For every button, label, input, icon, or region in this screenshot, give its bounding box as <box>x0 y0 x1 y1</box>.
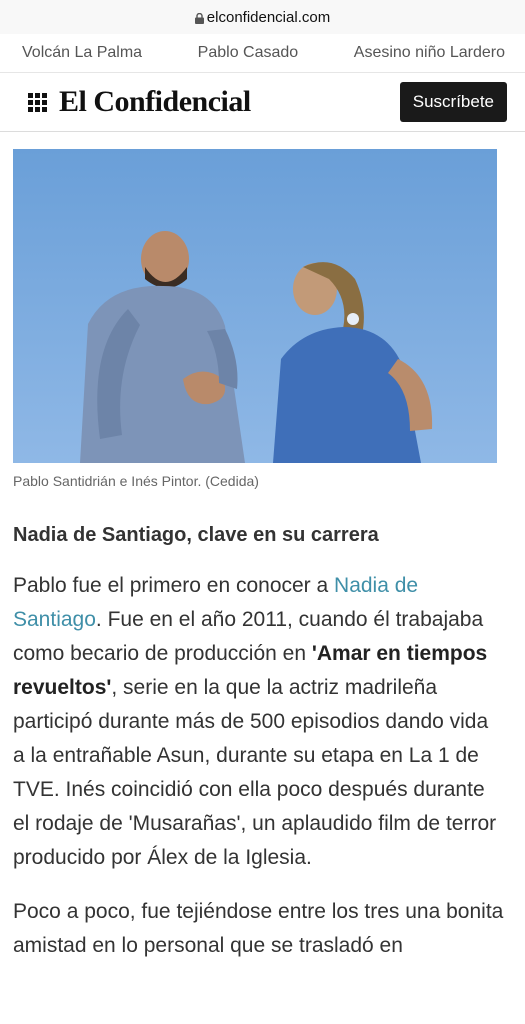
paragraph-text: , serie en la que la actriz madrileña pa… <box>13 676 497 869</box>
trending-link-casado[interactable]: Pablo Casado <box>198 44 299 62</box>
menu-grid-icon[interactable] <box>28 92 47 112</box>
browser-address-bar[interactable]: elconfidencial.com <box>0 0 525 34</box>
article-paragraph-1: Pablo fue el primero en conocer a Nadia … <box>13 569 505 875</box>
subscribe-button[interactable]: Suscríbete <box>399 82 507 122</box>
article-paragraph-2: Poco a poco, fue tejiéndose entre los tr… <box>13 900 504 957</box>
paragraph-text: Pablo fue el primero en conocer a <box>13 574 335 597</box>
trending-link-lardero[interactable]: Asesino niño Lardero <box>354 44 505 62</box>
lock-icon <box>194 12 204 24</box>
trending-topics-bar: Volcán La Palma Pablo Casado Asesino niñ… <box>0 34 525 73</box>
article-subheading: Nadia de Santiago, clave en su carrera <box>13 524 379 546</box>
brand: El Confidencial <box>28 85 251 119</box>
trending-link-volcan[interactable]: Volcán La Palma <box>22 44 142 62</box>
article-photo <box>13 149 497 463</box>
site-logo[interactable]: El Confidencial <box>59 85 251 119</box>
photo-caption: Pablo Santidrián e Inés Pintor. (Cedida) <box>13 473 259 489</box>
site-header: El Confidencial Suscríbete <box>0 73 525 132</box>
url-text: elconfidencial.com <box>206 8 331 26</box>
photo-image <box>13 149 497 463</box>
